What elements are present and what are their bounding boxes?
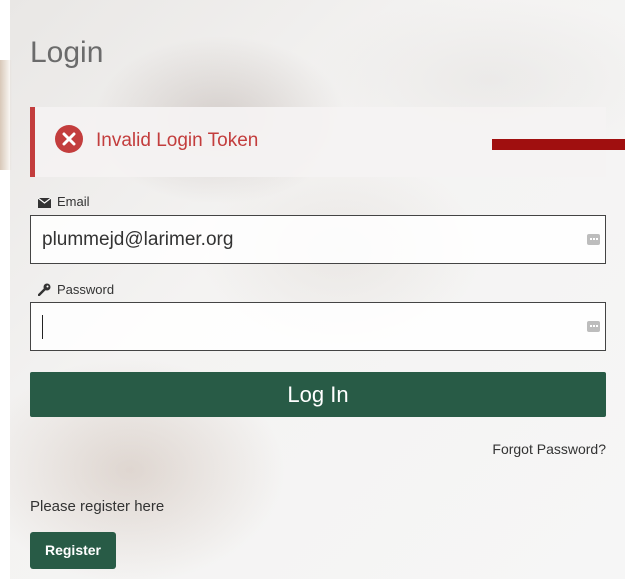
password-label-text: Password bbox=[57, 282, 115, 297]
email-field[interactable]: plummejd@larimer.org bbox=[30, 215, 606, 264]
forgot-password-link[interactable]: Forgot Password? bbox=[492, 441, 606, 457]
autofill-icon[interactable] bbox=[587, 234, 600, 245]
alert-message: Invalid Login Token bbox=[96, 130, 259, 151]
email-value: plummejd@larimer.org bbox=[42, 229, 234, 250]
annotation-arrow bbox=[492, 139, 625, 150]
email-label-text: Email bbox=[57, 194, 90, 209]
password-field[interactable] bbox=[30, 302, 606, 351]
email-label: Email bbox=[37, 194, 90, 209]
register-button[interactable]: Register bbox=[30, 532, 116, 569]
register-prompt: Please register here bbox=[30, 498, 165, 515]
key-icon bbox=[37, 283, 51, 297]
password-label: Password bbox=[37, 282, 115, 297]
login-button[interactable]: Log In bbox=[30, 372, 606, 417]
background-edge bbox=[0, 60, 12, 170]
page-title: Login bbox=[30, 36, 104, 69]
text-cursor bbox=[42, 315, 43, 339]
error-circle-icon bbox=[55, 125, 83, 153]
envelope-icon bbox=[37, 197, 52, 208]
autofill-icon[interactable] bbox=[587, 321, 600, 332]
